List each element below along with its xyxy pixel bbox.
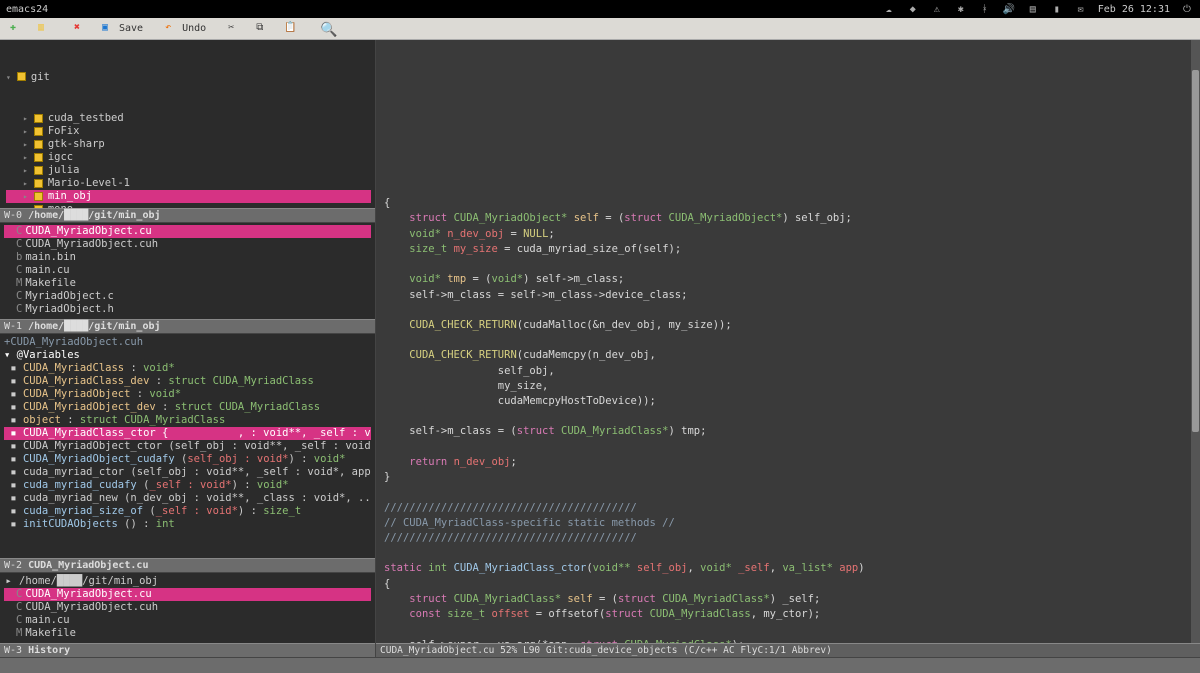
undo-label: Undo bbox=[182, 23, 206, 34]
user-icon[interactable]: ⏻ bbox=[1180, 2, 1194, 16]
paste-button[interactable]: 📋 bbox=[278, 20, 304, 38]
outline-item[interactable]: ▪ CUDA_MyriadObject_cudafy (self_obj : v… bbox=[4, 453, 371, 466]
cloud-icon[interactable]: ☁ bbox=[882, 2, 896, 16]
outline-item[interactable]: ▪ initCUDAObjects () : int bbox=[4, 518, 371, 531]
network-icon[interactable]: ▤ bbox=[1026, 2, 1040, 16]
close-button[interactable]: ✖ bbox=[68, 20, 94, 38]
copy-button[interactable]: ⧉ bbox=[250, 20, 276, 38]
new-button[interactable]: ✚ bbox=[4, 20, 30, 38]
tree-item[interactable]: Mario-Level-1 bbox=[6, 177, 371, 190]
tree-item[interactable]: min_obj bbox=[6, 190, 371, 203]
file-list-2[interactable]: ▸ /home/████/git/min_objC CUDA_MyriadObj… bbox=[0, 573, 375, 642]
toolbar: ✚ ▥ ✖ ▣Save ↶Undo ✂ ⧉ 📋 🔍 bbox=[0, 18, 1200, 40]
tree-item[interactable]: julia bbox=[6, 164, 371, 177]
outline-item[interactable]: ▪ cuda_myriad_size_of (_self : void*) : … bbox=[4, 505, 371, 518]
file-list-header[interactable]: ▸ /home/████/git/min_obj bbox=[4, 575, 371, 588]
outline-item[interactable]: ▪ CUDA_MyriadClass_dev : struct CUDA_Myr… bbox=[4, 375, 371, 388]
outline-item[interactable]: ▪ cuda_myriad_cudafy (_self : void*) : v… bbox=[4, 479, 371, 492]
system-bar: emacs24 ☁ ◆ ⚠ ✱ ᚼ 🔊 ▤ ▮ ✉ Feb 26 12:31 ⏻ bbox=[0, 0, 1200, 18]
outline-item[interactable]: ▪ CUDA_MyriadObject : void* bbox=[4, 388, 371, 401]
outline-pane[interactable]: +CUDA_MyriadObject.cuh▾ @Variables ▪ CUD… bbox=[0, 334, 375, 533]
sound-icon[interactable]: 🔊 bbox=[1002, 2, 1016, 16]
warning-icon[interactable]: ⚠ bbox=[930, 2, 944, 16]
minibuffer[interactable] bbox=[0, 658, 1200, 673]
drive-icon[interactable]: ◆ bbox=[906, 2, 920, 16]
battery-icon[interactable]: ▮ bbox=[1050, 2, 1064, 16]
tree-root[interactable]: git bbox=[31, 70, 50, 84]
tree-item[interactable]: gtk-sharp bbox=[6, 138, 371, 151]
scrollbar[interactable] bbox=[1191, 40, 1200, 643]
outline-item[interactable]: ▪ CUDA_MyriadClass : void* bbox=[4, 362, 371, 375]
file-list-item[interactable]: C MyriadObject.c bbox=[4, 290, 371, 303]
outline-item[interactable]: +CUDA_MyriadObject.cuh bbox=[4, 336, 371, 349]
file-list-item[interactable]: C main.cu bbox=[4, 264, 371, 277]
save-button[interactable]: ▣Save bbox=[96, 20, 149, 38]
file-list-item[interactable]: C MyriadObject.h bbox=[4, 303, 371, 316]
project-tree[interactable]: git cuda_testbedFoFixgtk-sharpigccjuliaM… bbox=[0, 40, 375, 208]
mail-icon[interactable]: ✉ bbox=[1074, 2, 1088, 16]
file-list-item[interactable]: C CUDA_MyriadObject.cuh bbox=[4, 601, 371, 614]
tree-item[interactable]: igcc bbox=[6, 151, 371, 164]
modeline-3: W-3History bbox=[0, 643, 375, 658]
outline-item[interactable]: ▪ CUDA_MyriadObject_dev : struct CUDA_My… bbox=[4, 401, 371, 414]
editor-modeline: CUDA_MyriadObject.cu 52% L90 Git:cuda_de… bbox=[376, 643, 1200, 658]
bluetooth-icon[interactable]: ᚼ bbox=[978, 2, 992, 16]
search-button[interactable]: 🔍 bbox=[314, 20, 340, 38]
open-button[interactable]: ▥ bbox=[32, 20, 58, 38]
outline-item[interactable]: ▾ @Variables bbox=[4, 349, 371, 362]
file-list-item[interactable]: C main.cu bbox=[4, 614, 371, 627]
file-list-item[interactable]: C CUDA_MyriadObject.cu bbox=[4, 225, 371, 238]
code-editor[interactable]: { struct CUDA_MyriadObject* self = (stru… bbox=[376, 40, 1200, 643]
outline-item[interactable]: ▪ CUDA_MyriadObject_ctor (self_obj : voi… bbox=[4, 440, 371, 453]
tree-item[interactable]: FoFix bbox=[6, 125, 371, 138]
file-list-item[interactable]: M Makefile bbox=[4, 627, 371, 640]
file-list-item[interactable]: C CUDA_MyriadObject.cuh bbox=[4, 238, 371, 251]
outline-item[interactable]: ▪ CUDA_MyriadClass_ctor { , : void**, _s… bbox=[4, 427, 371, 440]
tree-item[interactable]: cuda_testbed bbox=[6, 112, 371, 125]
undo-button[interactable]: ↶Undo bbox=[159, 20, 212, 38]
puzzle-icon[interactable]: ✱ bbox=[954, 2, 968, 16]
app-title: emacs24 bbox=[6, 4, 48, 15]
outline-item[interactable]: ▪ cuda_myriad_new (n_dev_obj : void**, _… bbox=[4, 492, 371, 505]
file-list-item[interactable]: M Makefile bbox=[4, 277, 371, 290]
tree-item[interactable]: mono bbox=[6, 203, 371, 208]
save-label: Save bbox=[119, 23, 143, 34]
cut-button[interactable]: ✂ bbox=[222, 20, 248, 38]
modeline-2: W-2CUDA_MyriadObject.cu bbox=[0, 558, 375, 573]
modeline-0: W-0/home/████/git/min_obj bbox=[0, 208, 375, 223]
file-list-item[interactable]: b main.bin bbox=[4, 251, 371, 264]
outline-item[interactable]: ▪ cuda_myriad_ctor (self_obj : void**, _… bbox=[4, 466, 371, 479]
clock: Feb 26 12:31 bbox=[1098, 4, 1170, 15]
outline-item[interactable]: ▪ object : struct CUDA_MyriadClass bbox=[4, 414, 371, 427]
file-list-item[interactable]: C CUDA_MyriadObject.cu bbox=[4, 588, 371, 601]
file-list-0[interactable]: C CUDA_MyriadObject.cuC CUDA_MyriadObjec… bbox=[0, 223, 375, 318]
modeline-1: W-1/home/████/git/min_obj bbox=[0, 319, 375, 334]
